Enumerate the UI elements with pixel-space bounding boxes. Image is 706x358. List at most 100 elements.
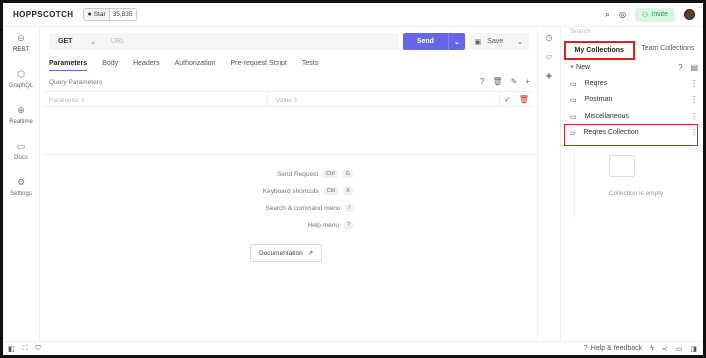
more-vertical-icon[interactable]: ⋮: [690, 128, 698, 137]
request-workspace: GET ⌄ URL Send ⌄ ▣ Save ⌄ Parameters Bod…: [41, 27, 536, 341]
help-icon[interactable]: ?: [678, 63, 682, 72]
nav-item-docs[interactable]: ▭ Docs: [3, 141, 39, 161]
archive-icon[interactable]: ▤: [690, 63, 698, 72]
github-star-count: 35,835: [112, 11, 133, 18]
empty-box-icon: [609, 155, 635, 177]
pane-divider[interactable]: [44, 154, 536, 155]
github-star-widget[interactable]: ● Star 35,835: [83, 8, 137, 21]
param-value-input[interactable]: Value 1: [268, 92, 500, 106]
new-collection-row: + New ? ▤: [570, 63, 698, 72]
shortcut-label: Search & command menu: [265, 204, 341, 212]
folder-icon[interactable]: ▱: [546, 52, 552, 61]
search-icon[interactable]: ⌕: [605, 9, 610, 20]
tab-body[interactable]: Body: [102, 60, 118, 71]
layers-icon[interactable]: ◈: [546, 71, 552, 80]
lightning-icon[interactable]: ϟ: [650, 345, 654, 352]
link-icon: ⊝: [17, 33, 25, 43]
shortcut-label: Send Request: [276, 170, 319, 178]
save-label: Save: [487, 38, 504, 45]
request-bar: GET ⌄ URL Send ⌄ ▣ Save ⌄: [49, 33, 529, 50]
collection-item-selected[interactable]: ▱ Reqres Collection ⋮: [570, 128, 698, 137]
tab-headers[interactable]: Headers: [133, 60, 159, 71]
chevron-down-icon[interactable]: ⌄: [517, 38, 523, 46]
new-collection-button[interactable]: + New: [570, 64, 590, 71]
documentation-button[interactable]: Documentation ↗: [250, 244, 323, 262]
tab-my-collections[interactable]: My Collections: [564, 41, 635, 60]
nav-item-rest[interactable]: ⊝ REST: [3, 33, 39, 53]
collection-label: Reqres Collection: [583, 129, 639, 136]
trash-icon[interactable]: 🗑: [492, 77, 502, 86]
collection-label: Miscellaneous: [584, 113, 629, 120]
check-circle-icon[interactable]: ✓: [504, 95, 511, 104]
tab-pre-request-script[interactable]: Pre-request Script: [230, 60, 286, 71]
shortcut-label: Help menu: [307, 221, 339, 229]
collection-item[interactable]: ▭ Reqres ⋮: [570, 79, 698, 88]
help-feedback-button[interactable]: ? Help & feedback: [584, 345, 642, 352]
shortcut-label: Keyboard shortcuts: [262, 187, 319, 195]
share-icon[interactable]: ≺: [662, 345, 668, 353]
layout-icon[interactable]: ◨: [690, 345, 697, 353]
nav-label: Docs: [14, 155, 28, 161]
fullscreen-icon[interactable]: ⛶: [23, 345, 28, 353]
avatar[interactable]: [684, 9, 695, 20]
history-icon[interactable]: ◷: [546, 33, 553, 42]
save-button[interactable]: ▣ Save ⌄: [468, 33, 529, 50]
shield-icon[interactable]: ⛉: [36, 345, 41, 353]
side-rail: ◷ ▱ ◈: [537, 27, 561, 341]
method-value: GET: [58, 38, 73, 45]
method-select[interactable]: GET ⌄: [49, 33, 105, 50]
app-logo[interactable]: HOPPSCOTCH: [13, 10, 73, 19]
more-vertical-icon[interactable]: ⋮: [690, 95, 698, 104]
tab-tests[interactable]: Tests: [302, 60, 318, 71]
github-icon: ●: [87, 11, 92, 18]
tab-authorization[interactable]: Authorization: [175, 60, 216, 71]
nav-item-settings[interactable]: ⚙ Settings: [3, 177, 39, 197]
send-button[interactable]: Send ⌄: [402, 33, 465, 50]
collection-label: Postman: [584, 96, 613, 103]
url-input[interactable]: URL: [104, 33, 399, 50]
sidebar-toggle-icon[interactable]: ◧: [8, 345, 15, 353]
book-icon[interactable]: ▭: [676, 345, 683, 353]
support-icon[interactable]: ◎: [619, 10, 626, 19]
top-header: HOPPSCOTCH ● Star 35,835 ⌕ ◎ ⚇ Invite: [3, 3, 703, 27]
collections-tabs: My Collections Team Collections: [564, 41, 701, 60]
more-vertical-icon[interactable]: ⋮: [690, 112, 698, 121]
status-bar: ◧ ⛶ ⛉ ? Help & feedback ϟ ≺ ▭ ◨: [3, 341, 703, 355]
shortcut-row: Keyboard shortcuts Ctrl K: [231, 187, 353, 195]
edit-icon[interactable]: ✎: [511, 77, 518, 86]
invite-button[interactable]: ⚇ Invite: [634, 7, 675, 22]
shortcut-list: Send Request Ctrl G Keyboard shortcuts C…: [231, 170, 353, 238]
collections-search-input[interactable]: Search: [570, 28, 591, 35]
nav-item-realtime[interactable]: ⊕ Realtime: [3, 105, 39, 125]
help-label: Help & feedback: [590, 345, 643, 352]
nav-item-graphql[interactable]: ⬡ GraphQL: [3, 69, 39, 89]
github-star-button[interactable]: ● Star: [84, 9, 110, 20]
collection-item[interactable]: ▭ Miscellaneous ⋮: [570, 112, 698, 121]
collection-item[interactable]: ▭ Postman ⋮: [570, 95, 698, 104]
more-vertical-icon[interactable]: ⋮: [690, 79, 698, 88]
help-icon: ?: [583, 345, 588, 352]
chevron-down-icon[interactable]: ⌄: [447, 33, 465, 50]
primary-nav: ⊝ REST ⬡ GraphQL ⊕ Realtime ▭ Docs ⚙ Set…: [3, 27, 40, 341]
app-window: HOPPSCOTCH ● Star 35,835 ⌕ ◎ ⚇ Invite ⊝ …: [0, 0, 706, 358]
tab-team-collections[interactable]: Team Collections: [635, 41, 702, 60]
nav-label: REST: [12, 47, 29, 53]
external-link-icon: ↗: [307, 250, 314, 257]
kbd-key: G: [342, 170, 353, 178]
collection-label: Reqres: [584, 80, 608, 87]
folder-icon: ▭: [570, 113, 577, 121]
empty-collection-text: Collection is empty: [608, 190, 664, 197]
param-key-input[interactable]: Parameter 1: [44, 92, 268, 106]
github-star-label: Star: [93, 11, 106, 18]
param-row: Parameter 1 Value 1 ✓ 🗑: [44, 91, 533, 107]
nav-label: Realtime: [9, 119, 33, 125]
help-icon[interactable]: ?: [480, 77, 484, 86]
tab-parameters[interactable]: Parameters: [49, 60, 88, 71]
plus-icon[interactable]: +: [525, 77, 530, 86]
kbd-key: /: [345, 204, 353, 212]
request-tabs: Parameters Body Headers Authorization Pr…: [49, 60, 318, 71]
trash-icon[interactable]: 🗑: [519, 95, 529, 104]
kbd-key: Ctrl: [323, 187, 339, 195]
nav-label: GraphQL: [8, 83, 34, 89]
documentation-label: Documentation: [259, 249, 303, 257]
